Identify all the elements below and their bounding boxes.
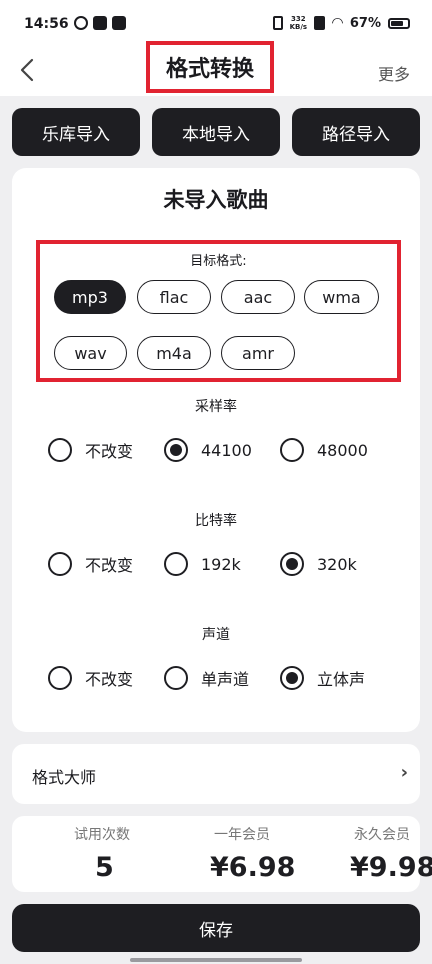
bit-rate-label: 比特率 — [195, 513, 237, 529]
local-import-button[interactable]: 本地导入 — [152, 108, 280, 156]
trial-count-value: 5 — [95, 852, 114, 883]
sample-rate-option[interactable]: 48000 — [280, 438, 368, 462]
format-chip-amr[interactable]: amr — [221, 336, 295, 370]
annual-member-label[interactable]: 一年会员 — [214, 824, 270, 844]
tiktok-icon — [93, 16, 107, 30]
radio-checked-icon — [280, 666, 304, 690]
option-label: 立体声 — [317, 670, 366, 689]
bit-rate-option[interactable]: 320k — [280, 552, 357, 576]
radio-checked-icon — [280, 552, 304, 576]
battery-icon — [388, 17, 410, 29]
lifetime-member-label[interactable]: 永久会员 — [354, 824, 410, 844]
path-import-button[interactable]: 路径导入 — [292, 108, 420, 156]
radio-unchecked-icon — [48, 552, 72, 576]
sim-icon — [314, 16, 326, 30]
radio-unchecked-icon — [48, 666, 72, 690]
radio-unchecked-icon — [164, 552, 188, 576]
nav-bar: 格式转换 更多 — [0, 41, 432, 96]
library-import-button[interactable]: 乐库导入 — [12, 108, 140, 156]
option-label: 不改变 — [85, 442, 134, 461]
save-button[interactable]: 保存 — [12, 904, 420, 952]
back-icon[interactable] — [16, 56, 40, 84]
format-chip-mp3[interactable]: mp3 — [54, 280, 126, 314]
page-title: 格式转换 — [146, 41, 274, 93]
chevron-right-icon: › — [400, 762, 408, 783]
more-button[interactable]: 更多 — [378, 61, 410, 85]
target-format-label: 目标格式: — [190, 254, 247, 269]
radio-checked-icon — [164, 438, 188, 462]
sync-icon — [74, 16, 88, 30]
channel-label: 声道 — [202, 627, 230, 643]
format-chip-flac[interactable]: flac — [137, 280, 211, 314]
option-label: 320k — [317, 554, 357, 574]
channel-options: 不改变 单声道 立体声 — [48, 666, 408, 690]
sample-rate-label: 采样率 — [195, 399, 237, 415]
format-master-row[interactable]: 格式大师 › — [12, 744, 420, 804]
import-buttons: 乐库导入 本地导入 路径导入 — [12, 108, 420, 156]
option-label: 192k — [201, 554, 241, 574]
annual-member-price[interactable]: ¥6.98 — [210, 852, 295, 883]
channel-option[interactable]: 不改变 — [48, 666, 133, 690]
message-icon — [112, 16, 126, 30]
bit-rate-option[interactable]: 不改变 — [48, 552, 133, 576]
format-chip-wav[interactable]: wav — [54, 336, 127, 370]
radio-unchecked-icon — [164, 666, 188, 690]
sample-rate-option[interactable]: 不改变 — [48, 438, 133, 462]
format-chip-wma[interactable]: wma — [304, 280, 379, 314]
lifetime-member-price[interactable]: ¥9.98 — [350, 852, 432, 883]
bit-rate-option[interactable]: 192k — [164, 552, 241, 576]
wifi-icon: ◠ — [332, 15, 343, 31]
option-label: 不改变 — [85, 670, 134, 689]
status-time: 14:56 — [24, 16, 69, 32]
option-label: 44100 — [201, 440, 252, 460]
pricing-panel: 试用次数 5 一年会员 ¥6.98 永久会员 ¥9.98 — [12, 816, 432, 892]
option-label: 单声道 — [201, 670, 250, 689]
channel-option[interactable]: 立体声 — [280, 666, 365, 690]
radio-unchecked-icon — [48, 438, 72, 462]
system-icons: 332 KB/s ◠ 67% — [272, 15, 410, 31]
channel-option[interactable]: 单声道 — [164, 666, 249, 690]
net-speed: 332 KB/s — [290, 15, 307, 31]
home-indicator[interactable] — [130, 958, 302, 962]
sample-rate-option[interactable]: 44100 — [164, 438, 252, 462]
option-label: 不改变 — [85, 556, 134, 575]
notification-icons — [74, 16, 126, 30]
vibrate-icon — [272, 16, 283, 30]
song-status-title: 未导入歌曲 — [163, 188, 269, 212]
conversion-settings-card: 未导入歌曲 目标格式: mp3 flac aac wma wav m4a amr… — [12, 168, 420, 732]
trial-count-label: 试用次数 — [74, 827, 130, 843]
option-label: 48000 — [317, 440, 368, 460]
net-speed-unit: KB/s — [289, 23, 308, 31]
radio-unchecked-icon — [280, 438, 304, 462]
target-format-group: 目标格式: mp3 flac aac wma wav m4a amr — [36, 240, 401, 382]
sample-rate-options: 不改变 44100 48000 — [48, 438, 408, 462]
net-speed-value: 332 — [291, 15, 306, 23]
battery-percent: 67% — [349, 15, 381, 31]
format-chip-aac[interactable]: aac — [221, 280, 295, 314]
format-chip-m4a[interactable]: m4a — [137, 336, 211, 370]
bit-rate-options: 不改变 192k 320k — [48, 552, 408, 576]
format-master-label: 格式大师 — [32, 768, 97, 787]
